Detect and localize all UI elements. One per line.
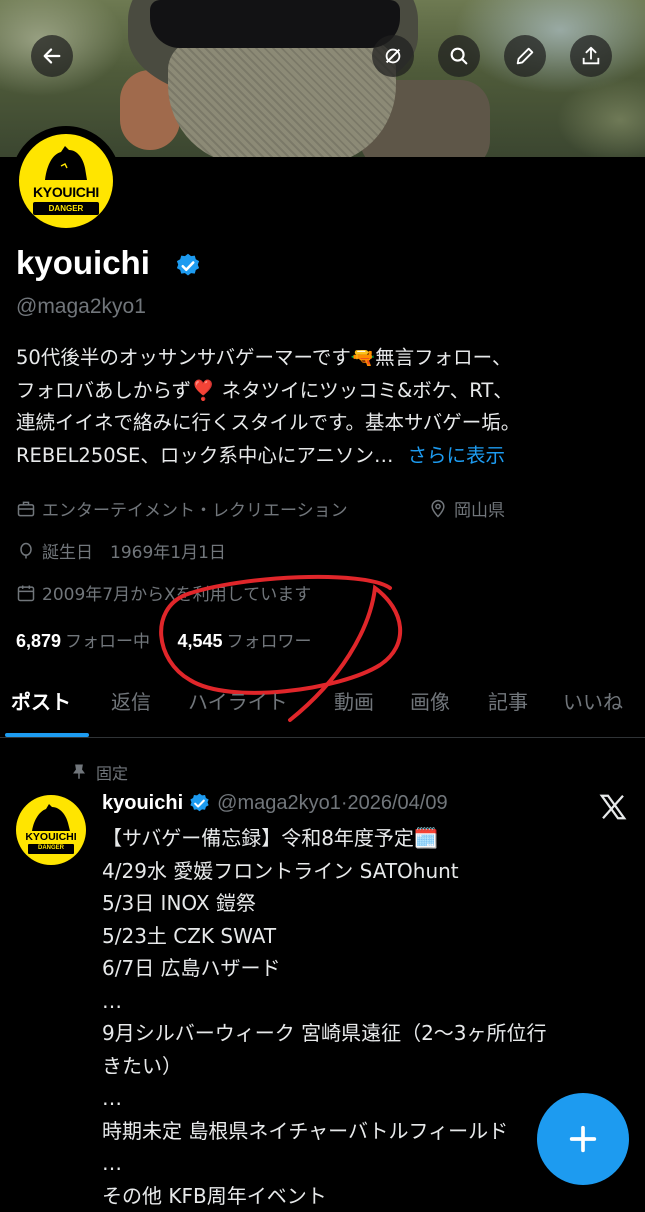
search-button[interactable] [438, 35, 480, 77]
following-link[interactable]: 6,879フォロー中 [16, 632, 150, 652]
post-line: 時期未定 島根県ネイチャーバトルフィールド [102, 1115, 582, 1148]
display-name: kyouichi [16, 244, 150, 282]
grok-button[interactable] [372, 35, 414, 77]
post-line: 5/3日 INOX 鎧祭 [102, 887, 582, 920]
post-handle-date[interactable]: @maga2kyo1·2026/04/09 [217, 792, 447, 815]
profile-birthday: 誕生日 1969年1月1日 [16, 538, 226, 563]
bear-logo-icon [41, 144, 91, 184]
post-line: その他 KFB周年イベント [102, 1180, 582, 1212]
logo-main-text: KYOUICHI [19, 184, 113, 200]
pin-icon [70, 763, 88, 781]
post-header: kyouichi @maga2kyo1·2026/04/09 [102, 792, 448, 815]
edit-icon [514, 45, 536, 67]
tab-replies[interactable]: 返信 [111, 686, 151, 715]
bio-line: 連続イイネで絡みに行くスタイルです。基本サバゲー垢。 [16, 407, 636, 440]
post-line: きたい） [102, 1050, 582, 1083]
plus-icon [566, 1122, 600, 1156]
tab-highlights[interactable]: ハイライト [188, 686, 288, 715]
share-button[interactable] [570, 35, 612, 77]
search-icon [448, 45, 470, 67]
calendar-icon [16, 583, 36, 603]
x-logo-icon [598, 792, 628, 822]
tab-articles[interactable]: 記事 [488, 686, 528, 715]
grok-icon [382, 45, 404, 67]
profile-location: 岡山県 [428, 496, 505, 521]
post-author-name[interactable]: kyouichi [102, 792, 183, 815]
post-line: 9月シルバーウィーク 宮崎県遠征（2〜3ヶ所位行 [102, 1017, 582, 1050]
profile-category: エンターテイメント・レクリエーション [16, 496, 348, 521]
post-line: 6/7日 広島ハザード [102, 952, 582, 985]
post-author-avatar[interactable]: KYOUICHI DANGER [16, 795, 86, 865]
profile-banner[interactable] [0, 0, 645, 157]
logo-sub-text: DANGER [16, 845, 86, 851]
location-pin-icon [428, 499, 448, 519]
follow-stats: 6,879フォロー中 4,545フォロワー [16, 627, 312, 652]
tab-photos[interactable]: 画像 [410, 686, 450, 715]
bio-line: フォロバあしからず❣️ ネタツイにツッコミ&ボケ、RT、 [16, 375, 636, 408]
bio-show-more-link[interactable]: さらに表示 [407, 444, 505, 467]
balloon-icon [16, 541, 36, 561]
profile-handle: @maga2kyo1 [16, 295, 146, 319]
arrow-left-icon [41, 45, 63, 67]
edit-button[interactable] [504, 35, 546, 77]
tab-videos[interactable]: 動画 [334, 686, 374, 715]
logo-main-text: KYOUICHI [16, 831, 86, 843]
tab-likes[interactable]: いいね [563, 686, 623, 715]
briefcase-icon [16, 499, 36, 519]
profile-avatar[interactable]: KYOUICHI DANGER [11, 126, 121, 236]
post-line: … [102, 985, 582, 1018]
tab-posts[interactable]: ポスト [11, 686, 71, 715]
profile-joined-date: 2009年7月からXを利用しています [16, 580, 311, 605]
followers-link[interactable]: 4,545フォロワー [177, 632, 311, 652]
verified-badge-icon [188, 792, 211, 815]
profile-tabs: ポスト 返信 ハイライト 動画 画像 記事 いいね [0, 680, 645, 738]
post-body[interactable]: 【サバゲー備忘録】令和8年度予定🗓️ 4/29水 愛媛フロントライン SATOh… [102, 822, 582, 1212]
share-icon [580, 45, 602, 67]
bio-line: 50代後半のオッサンサバゲーマーです🔫無言フォロー、 [16, 342, 636, 375]
pinned-indicator: 固定 [70, 760, 128, 784]
profile-bio: 50代後半のオッサンサバゲーマーです🔫無言フォロー、 フォロバあしからず❣️ ネ… [16, 342, 636, 472]
compose-post-button[interactable] [537, 1093, 629, 1185]
post-line: 4/29水 愛媛フロントライン SATOhunt [102, 855, 582, 888]
post-line: 【サバゲー備忘録】令和8年度予定🗓️ [102, 822, 582, 855]
back-button[interactable] [31, 35, 73, 77]
post-line: … [102, 1147, 582, 1180]
active-tab-indicator [5, 733, 89, 737]
post-line: … [102, 1082, 582, 1115]
logo-sub-text: DANGER [19, 204, 113, 213]
verified-badge-icon[interactable] [174, 252, 202, 280]
bio-line: REBEL250SE、ロック系中心にアニソン… [16, 444, 393, 467]
bear-logo-icon [16, 795, 86, 865]
post-line: 5/23土 CZK SWAT [102, 920, 582, 953]
